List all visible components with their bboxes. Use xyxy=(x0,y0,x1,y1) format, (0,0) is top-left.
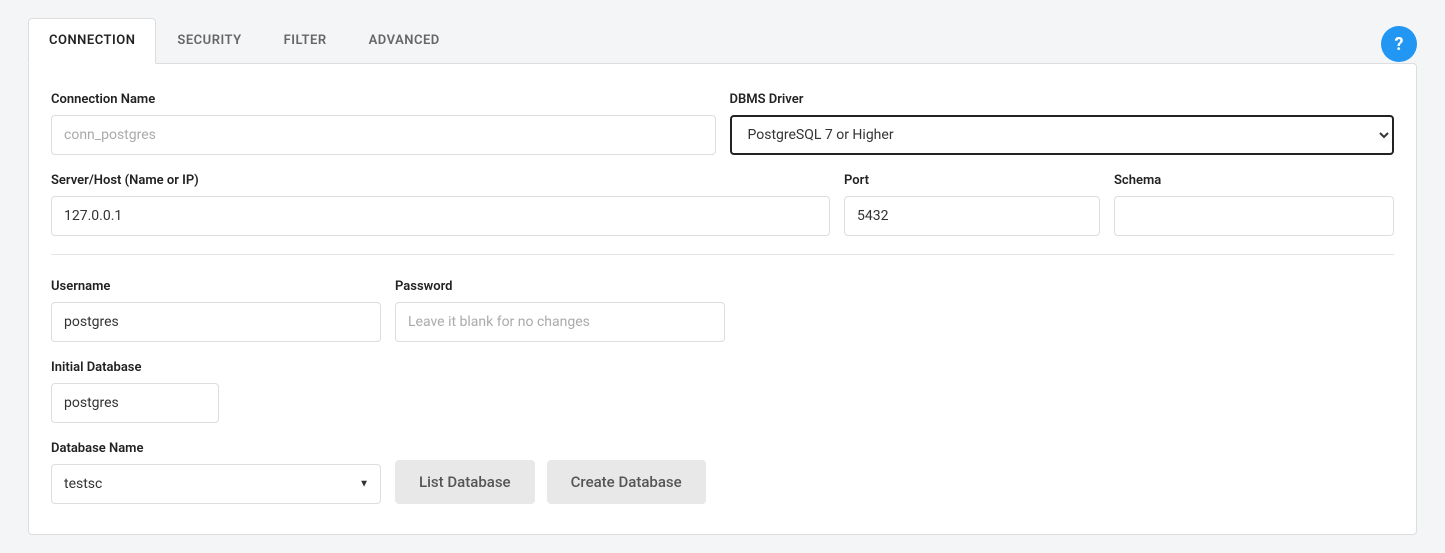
list-database-button[interactable]: List Database xyxy=(395,460,535,504)
help-icon: ? xyxy=(1395,34,1404,55)
divider xyxy=(51,254,1394,255)
create-database-button[interactable]: Create Database xyxy=(547,460,706,504)
connection-name-input[interactable] xyxy=(51,115,716,155)
password-label: Password xyxy=(395,279,725,294)
port-input[interactable] xyxy=(844,196,1100,236)
server-host-input[interactable] xyxy=(51,196,830,236)
database-name-input[interactable] xyxy=(51,464,381,504)
initial-database-input[interactable] xyxy=(51,383,219,423)
schema-label: Schema xyxy=(1114,173,1394,188)
tab-connection[interactable]: CONNECTION xyxy=(28,18,156,64)
database-name-label: Database Name xyxy=(51,441,381,456)
dbms-driver-select[interactable]: PostgreSQL 7 or Higher xyxy=(730,115,1395,155)
username-input[interactable] xyxy=(51,302,381,342)
tab-advanced[interactable]: ADVANCED xyxy=(348,18,461,63)
port-label: Port xyxy=(844,173,1100,188)
tab-security[interactable]: SECURITY xyxy=(156,18,262,63)
connection-panel: Connection Name DBMS Driver PostgreSQL 7… xyxy=(28,63,1417,535)
tab-filter[interactable]: FILTER xyxy=(263,18,348,63)
tab-bar: CONNECTION SECURITY FILTER ADVANCED xyxy=(28,18,1417,63)
password-input[interactable] xyxy=(395,302,725,342)
schema-input[interactable] xyxy=(1114,196,1394,236)
connection-name-label: Connection Name xyxy=(51,92,716,107)
help-button[interactable]: ? xyxy=(1381,26,1417,62)
server-host-label: Server/Host (Name or IP) xyxy=(51,173,830,188)
initial-database-label: Initial Database xyxy=(51,360,219,375)
username-label: Username xyxy=(51,279,381,294)
dbms-driver-label: DBMS Driver xyxy=(730,92,1395,107)
